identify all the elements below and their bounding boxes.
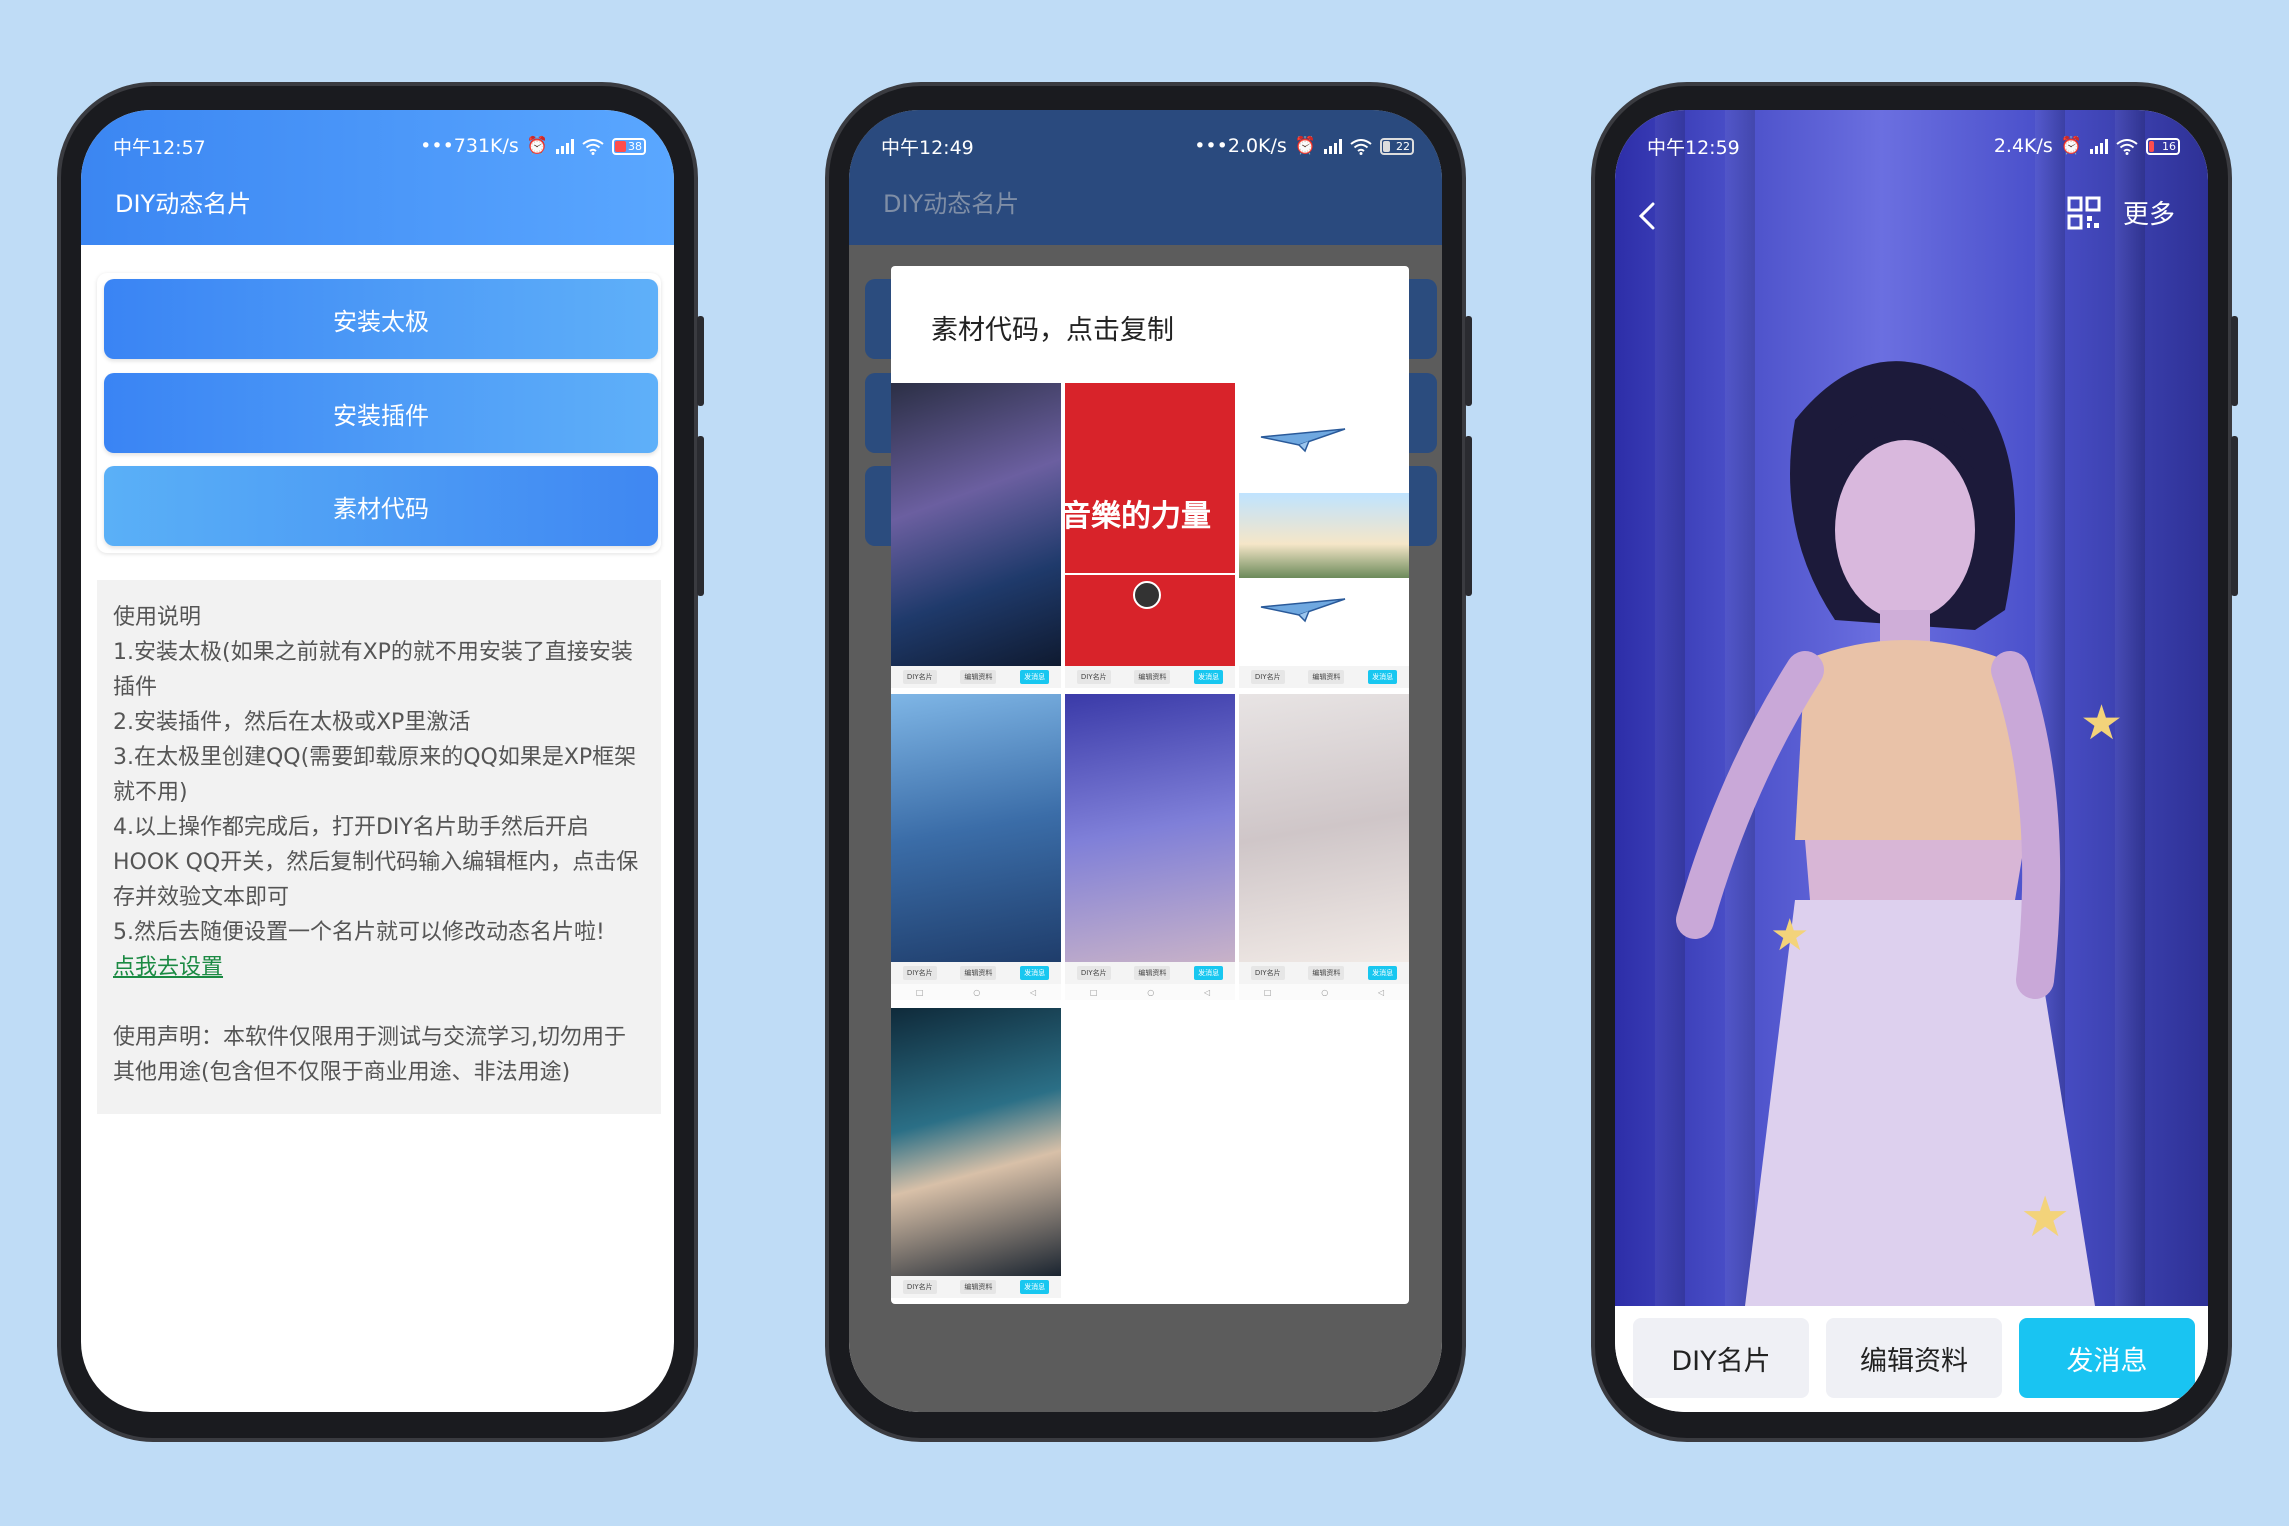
battery-icon: 16	[2146, 137, 2180, 155]
wifi-icon	[2116, 138, 2138, 155]
app-title: DIY动态名片	[883, 190, 1020, 218]
instruction-step-1: 1.安装太极(如果之前就有XP的就不用安装了直接安装插件	[113, 640, 633, 700]
material-thumbnail[interactable]: DIY名片 编辑资料 发消息	[891, 383, 1061, 688]
instruction-step-5: 5.然后去随便设置一个名片就可以修改动态名片啦!	[113, 920, 605, 945]
status-time: 中午12:57	[113, 136, 206, 159]
material-thumbnail[interactable]: DIY名片 编辑资料 发消息	[1239, 383, 1409, 688]
more-button[interactable]: 更多	[2123, 194, 2175, 231]
bottom-action-bar: DIY名片 编辑资料 发消息	[1615, 1306, 2208, 1412]
alarm-icon: ⏰	[2060, 136, 2082, 156]
alarm-icon: ⏰	[1294, 136, 1316, 156]
signal-icon	[556, 138, 574, 154]
phone-middle: 中午12:49 •••2.0K/s ⏰ 22 DIY动态名片 素材代码，点击复制…	[825, 82, 1472, 1442]
screen-material-dialog: 中午12:49 •••2.0K/s ⏰ 22 DIY动态名片 素材代码，点击复制…	[849, 110, 1442, 1412]
wifi-icon	[1350, 138, 1372, 155]
dialog-title: 素材代码，点击复制	[931, 315, 1174, 346]
go-settings-link[interactable]: 点我去设置	[113, 955, 223, 980]
material-thumbnail[interactable]: DIY名片 编辑资料 发消息 □ ○ ◁	[891, 694, 1061, 1004]
signal-icon	[1324, 138, 1342, 154]
screen-diy-home: 中午12:57 •••731K/s ⏰ 38 DIY动态名片 安装太极 安装插件…	[81, 110, 674, 1412]
material-code-button[interactable]: 素材代码	[104, 466, 658, 546]
signal-icon	[2090, 138, 2108, 154]
instructions-panel: 使用说明 1.安装太极(如果之前就有XP的就不用安装了直接安装插件 2.安装插件…	[97, 580, 661, 1114]
paper-plane-icon	[1260, 598, 1346, 623]
phone-left: 中午12:57 •••731K/s ⏰ 38 DIY动态名片 安装太极 安装插件…	[57, 82, 704, 1442]
install-taichi-button[interactable]: 安装太极	[104, 279, 658, 359]
status-bar: 中午12:57 •••731K/s ⏰ 38	[81, 110, 674, 174]
material-thumbnail[interactable]: 音樂的力量 DIY名片 编辑资料 发消息	[1065, 383, 1235, 688]
status-bar: 中午12:49 •••2.0K/s ⏰ 22	[849, 110, 1442, 174]
status-time: 中午12:59	[1647, 136, 1740, 159]
dynamic-card-video: ★ ★ ★	[1615, 110, 2208, 1306]
wifi-icon	[582, 138, 604, 155]
edit-profile-button[interactable]: 编辑资料	[1826, 1318, 2002, 1398]
star-sticker-icon: ★	[1770, 910, 1810, 961]
phone-right: ★ ★ ★ 中午12:59 2.4K/s ⏰ 16 更多 DIY名片 编辑资料	[1591, 82, 2238, 1442]
instructions-heading: 使用说明	[113, 605, 202, 630]
install-plugin-button[interactable]: 安装插件	[104, 373, 658, 453]
screen-profile-card: ★ ★ ★ 中午12:59 2.4K/s ⏰ 16 更多 DIY名片 编辑资料	[1615, 110, 2208, 1412]
instruction-step-4: 4.以上操作都完成后，打开DIY名片助手然后开启HOOK QQ开关，然后复制代码…	[113, 815, 639, 910]
instruction-step-2: 2.安装插件，然后在太极或XP里激活	[113, 710, 471, 735]
battery-icon: 22	[1380, 137, 1414, 155]
app-title: DIY动态名片	[115, 190, 252, 218]
network-speed: •••731K/s	[420, 135, 519, 157]
paper-plane-icon	[1260, 428, 1346, 453]
dancer-figure	[1676, 361, 2095, 1306]
material-thumbnail[interactable]: DIY名片 编辑资料 发消息 □ ○ ◁	[1065, 694, 1235, 1004]
material-code-dialog: 素材代码，点击复制 DIY名片 编辑资料 发消息 音樂的力量 DIY名片 编辑资料 发消…	[891, 266, 1409, 1304]
network-speed: •••2.0K/s	[1194, 135, 1287, 157]
material-thumbnail[interactable]: DIY名片 编辑资料 发消息 □ ○ ◁	[1239, 694, 1409, 1004]
alarm-icon: ⏰	[526, 136, 548, 156]
disclaimer-text: 使用声明：本软件仅限用于测试与交流学习,切勿用于其他用途(包含但不仅限于商业用途…	[113, 1025, 626, 1085]
qr-code-icon[interactable]	[2067, 196, 2101, 230]
battery-icon: 38	[612, 137, 646, 155]
diy-card-button[interactable]: DIY名片	[1633, 1318, 1809, 1398]
status-time: 中午12:49	[881, 136, 974, 159]
back-arrow-icon[interactable]	[1629, 196, 1669, 236]
action-card: 安装太极 安装插件 素材代码	[97, 273, 661, 553]
star-sticker-icon: ★	[2020, 1185, 2071, 1250]
instruction-step-3: 3.在太极里创建QQ(需要卸载原来的QQ如果是XP框架就不用)	[113, 745, 637, 805]
material-thumbnail[interactable]: DIY名片 编辑资料 发消息	[891, 1008, 1061, 1304]
star-sticker-icon: ★	[2080, 695, 2124, 751]
send-message-button[interactable]: 发消息	[2019, 1318, 2195, 1398]
status-bar: 中午12:59 2.4K/s ⏰ 16	[1615, 110, 2208, 174]
network-speed: 2.4K/s	[1993, 135, 2053, 157]
